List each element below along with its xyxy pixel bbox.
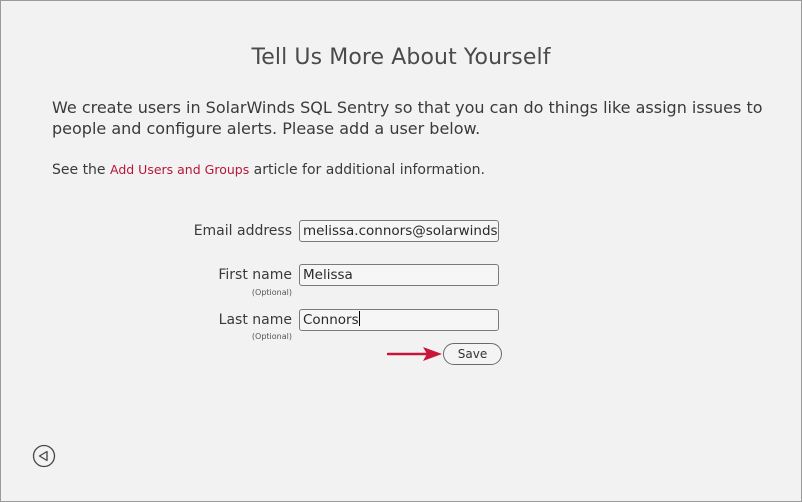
- email-label-wrap: Email address: [1, 222, 292, 244]
- last-name-label: Last name: [218, 312, 292, 328]
- first-name-field[interactable]: Melissa: [299, 264, 499, 286]
- first-name-optional-hint: (Optional): [251, 288, 292, 297]
- back-circle-icon[interactable]: [32, 444, 56, 468]
- text-caret: [358, 311, 360, 326]
- email-label: Email address: [193, 223, 292, 239]
- intro-text: We create users in SolarWinds SQL Sentry…: [52, 98, 763, 138]
- last-name-label-wrap: Last name (Optional): [1, 311, 292, 345]
- first-name-label: First name: [218, 267, 292, 283]
- first-name-label-wrap: First name (Optional): [1, 266, 292, 300]
- page-title: Tell Us More About Yourself: [251, 45, 551, 70]
- info-line: See the Add Users and Groups article for…: [52, 162, 485, 178]
- email-value: melissa.connors@solarwinds.com: [303, 223, 498, 239]
- setup-wizard-window: Tell Us More About Yourself We create us…: [0, 0, 802, 502]
- add-users-groups-link[interactable]: Add Users and Groups: [110, 162, 249, 177]
- last-name-field[interactable]: Connors: [299, 309, 499, 331]
- arrow-right-icon: [387, 347, 442, 361]
- last-name-value: Connors: [303, 312, 359, 328]
- first-name-value: Melissa: [303, 267, 353, 283]
- info-suffix: article for additional information.: [249, 162, 485, 178]
- info-prefix: See the: [52, 162, 110, 178]
- last-name-optional-hint: (Optional): [251, 332, 292, 341]
- email-field[interactable]: melissa.connors@solarwinds.com: [299, 220, 499, 242]
- save-button[interactable]: Save: [443, 343, 502, 365]
